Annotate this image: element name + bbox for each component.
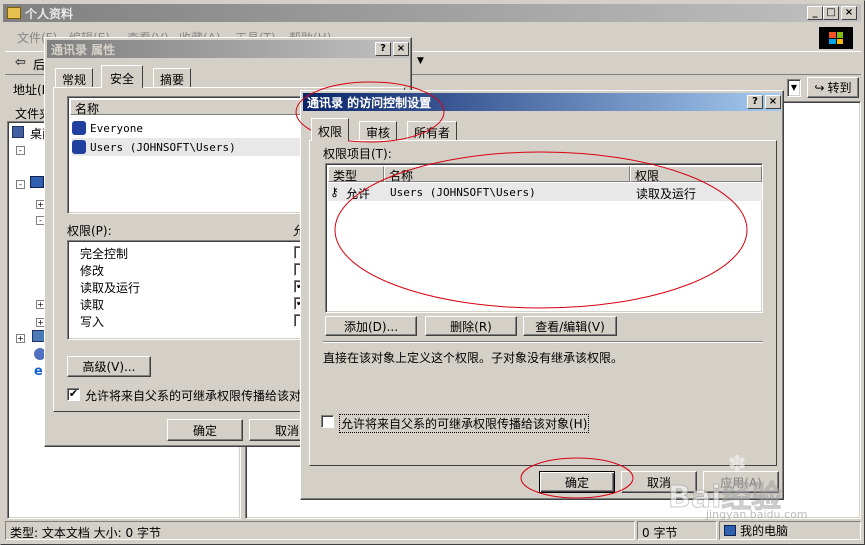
- watermark-url: jingyan.baidu.com: [706, 508, 808, 521]
- annotation-ellipse-entries: [334, 151, 748, 309]
- watermark: ✽ Bai经验 jingyan.baidu.com: [667, 452, 838, 526]
- annotation-ellipse-ok: [520, 457, 634, 499]
- tab-permissions[interactable]: 权限: [311, 118, 350, 141]
- tab-security[interactable]: 安全: [101, 65, 144, 88]
